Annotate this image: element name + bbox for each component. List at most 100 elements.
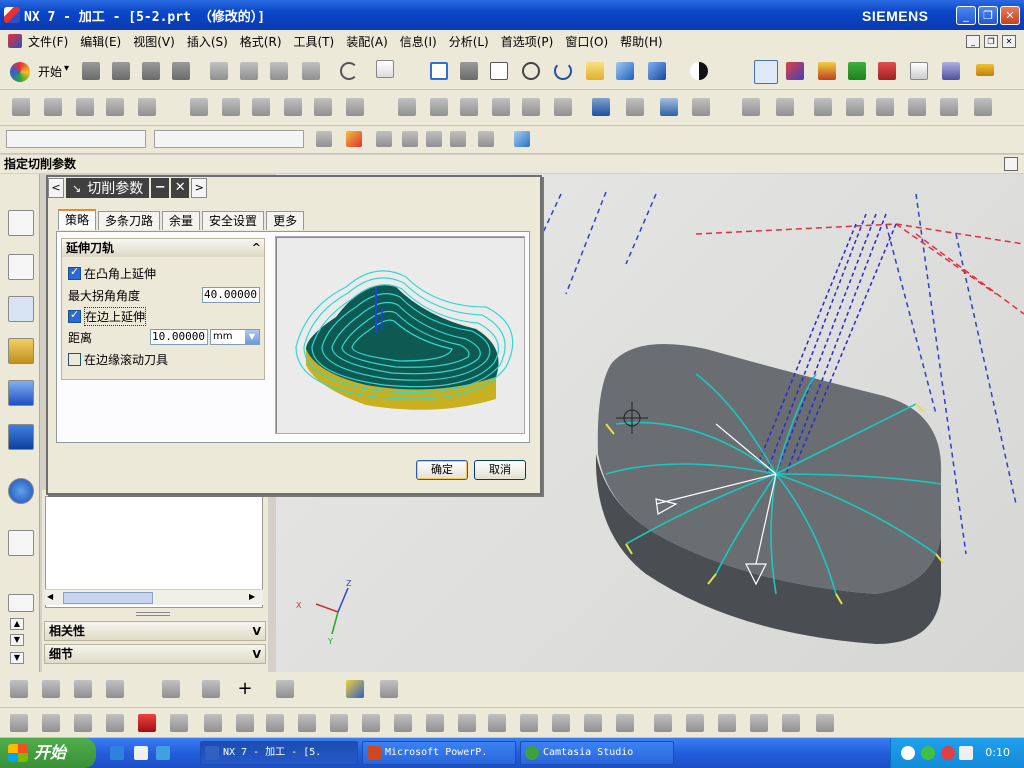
filter-icon[interactable] (316, 131, 332, 147)
curve-icon-6[interactable] (170, 714, 188, 732)
mdi-minimize-button[interactable]: _ (966, 35, 980, 48)
details-section[interactable]: 细节 V (44, 644, 266, 664)
wcs-icon[interactable] (754, 60, 778, 84)
open-file-icon[interactable] (112, 62, 130, 80)
menu-preferences[interactable]: 首选项(P) (501, 33, 554, 50)
tool-icon-18[interactable] (592, 98, 610, 116)
delete-icon[interactable] (302, 62, 320, 80)
taskbar-item-nx[interactable]: NX 7 - 加工 - [5. (200, 741, 358, 765)
zoom-window-icon[interactable] (460, 62, 478, 80)
tool-icon-15[interactable] (492, 98, 510, 116)
save-icon[interactable] (142, 62, 160, 80)
unit-dropdown-icon[interactable]: ▼ (245, 330, 259, 344)
shop-doc-icon[interactable] (976, 64, 994, 76)
menu-window[interactable]: 窗口(O) (565, 33, 608, 50)
minimize-button[interactable]: _ (956, 6, 976, 25)
tool-icon-3[interactable] (76, 98, 94, 116)
paste-icon[interactable] (270, 62, 288, 80)
curve-icon-22[interactable] (686, 714, 704, 732)
navigator-hscroll[interactable]: ◀ ▶ (45, 589, 263, 605)
tool-icon-2[interactable] (44, 98, 62, 116)
start-dropdown-icon[interactable]: ▾ (64, 63, 69, 74)
mdi-close-button[interactable]: ✕ (1002, 35, 1016, 48)
tool-icon-20[interactable] (660, 98, 678, 116)
selection-filter-icon[interactable] (376, 60, 394, 78)
menu-edit[interactable]: 编辑(E) (80, 33, 121, 50)
edit-icon-5[interactable] (162, 680, 180, 698)
snap-grid-icon[interactable] (478, 131, 494, 147)
postprocess-icon[interactable] (942, 62, 960, 80)
menu-info[interactable]: 信息(I) (400, 33, 437, 50)
menu-analysis[interactable]: 分析(L) (449, 33, 489, 50)
edit-icon-3[interactable] (74, 680, 92, 698)
tool-icon-10[interactable] (314, 98, 332, 116)
windows-start-button[interactable]: 开始 (0, 738, 96, 768)
tool-icon-5[interactable] (138, 98, 156, 116)
tool-icon-28[interactable] (940, 98, 958, 116)
fit-view-icon[interactable] (430, 62, 448, 80)
curve-icon-25[interactable] (782, 714, 800, 732)
tray-record-icon[interactable] (941, 746, 955, 760)
scroll-end-button[interactable]: ▼ (10, 652, 24, 664)
machine-tool-navigator-icon[interactable] (8, 254, 34, 280)
tab-stock[interactable]: 余量 (162, 211, 201, 230)
tool-icon-7[interactable] (222, 98, 240, 116)
extend-edge-row[interactable]: 在边上延伸 (68, 307, 147, 326)
curve-icon-1[interactable] (10, 714, 28, 732)
snap-point-icon[interactable] (376, 131, 392, 147)
curve-icon-24[interactable] (750, 714, 768, 732)
verify-toolpath-icon[interactable] (848, 62, 866, 80)
tool-icon-6[interactable] (190, 98, 208, 116)
shaded-view-icon[interactable] (648, 62, 666, 80)
cut-icon[interactable] (210, 62, 228, 80)
snap-end-icon[interactable] (402, 131, 418, 147)
tool-icon-21[interactable] (692, 98, 710, 116)
edit-icon-9[interactable] (380, 680, 398, 698)
tray-volume-icon[interactable] (959, 746, 973, 760)
tab-containment[interactable]: 安全设置 (202, 211, 265, 230)
tool-icon-1[interactable] (12, 98, 30, 116)
quicklaunch-ie-icon[interactable] (156, 746, 170, 760)
tool-icon-24[interactable] (814, 98, 832, 116)
curve-icon-19[interactable] (584, 714, 602, 732)
render-style-icon[interactable] (616, 62, 634, 80)
curve-icon-4[interactable] (106, 714, 124, 732)
tab-multiple-passes[interactable]: 多条刀路 (98, 211, 161, 230)
extend-edge-checkbox[interactable] (68, 308, 81, 323)
snap-mid-icon[interactable] (426, 131, 442, 147)
roll-tool-checkbox[interactable] (68, 353, 81, 366)
tab-more[interactable]: 更多 (266, 211, 305, 230)
menu-insert[interactable]: 插入(S) (187, 33, 228, 50)
curve-icon-3[interactable] (74, 714, 92, 732)
rotate-icon[interactable] (554, 62, 572, 80)
curve-icon-26[interactable] (816, 714, 834, 732)
menu-file[interactable]: 文件(F) (28, 33, 68, 50)
magnify-icon[interactable] (522, 62, 540, 80)
operation-navigator-icon[interactable] (8, 210, 34, 236)
geometry-icon[interactable] (786, 62, 804, 80)
scroll-up-button[interactable]: ▲ (10, 618, 24, 630)
assembly-navigator-icon[interactable] (8, 380, 34, 406)
roll-tool-row[interactable]: 在边缘滚动刀具 (68, 351, 168, 368)
tool-icon-29[interactable] (974, 98, 992, 116)
edit-icon-1[interactable] (10, 680, 28, 698)
part-navigator-icon[interactable] (8, 338, 34, 364)
type-filter-combo[interactable] (6, 130, 146, 148)
tool-icon-8[interactable] (252, 98, 270, 116)
tool-icon-13[interactable] (430, 98, 448, 116)
quicklaunch-explorer-icon[interactable] (134, 746, 148, 760)
add-point-icon[interactable]: + (236, 680, 254, 698)
reuse-library-icon[interactable] (8, 424, 34, 450)
tool-icon-19[interactable] (626, 98, 644, 116)
tool-icon-22[interactable] (742, 98, 760, 116)
snap-cube-icon[interactable] (514, 131, 530, 147)
simulate-icon[interactable] (878, 62, 896, 80)
scroll-down-button[interactable]: ▼ (10, 634, 24, 646)
menu-format[interactable]: 格式(R) (240, 33, 282, 50)
distance-input[interactable]: 10.00000 (150, 329, 208, 345)
menu-assembly[interactable]: 装配(A) (346, 33, 388, 50)
curve-icon-2[interactable] (42, 714, 60, 732)
curve-icon-11[interactable] (330, 714, 348, 732)
tool-icon-12[interactable] (398, 98, 416, 116)
extend-toolpath-header[interactable]: 延伸刀轨 ^ (62, 239, 264, 257)
